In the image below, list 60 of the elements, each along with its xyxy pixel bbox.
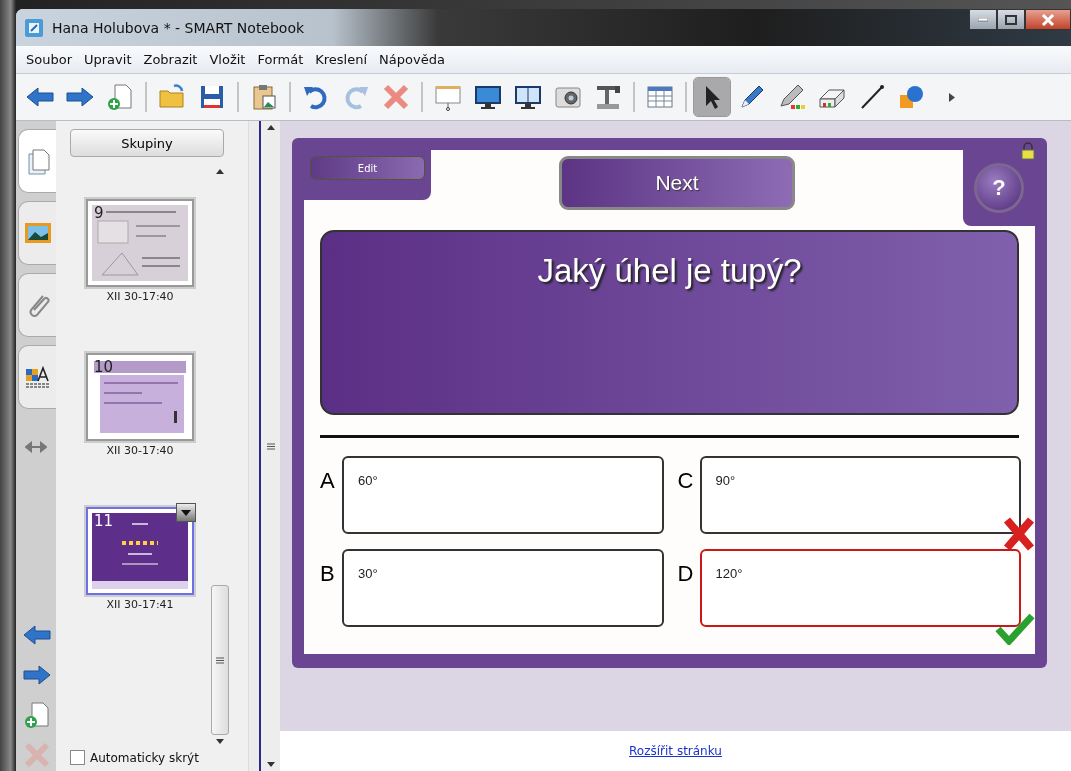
close-icon	[1041, 13, 1055, 26]
more-arrow-icon	[949, 92, 955, 102]
window-title: Hana Holubova * - SMART Notebook	[52, 19, 306, 36]
page-time: XII 30-17:40	[106, 444, 174, 457]
edit-button[interactable]: Edit	[310, 156, 425, 180]
menu-item[interactable]: Kreslení	[309, 52, 374, 67]
page-number: 10	[94, 358, 114, 376]
delete-icon	[381, 82, 411, 112]
minimize-icon	[978, 17, 988, 22]
scroll-up-icon	[216, 169, 224, 174]
close-button[interactable]	[1025, 9, 1071, 30]
lock-icon	[1021, 142, 1035, 160]
page-thumbnail[interactable]: 9	[86, 199, 194, 287]
page-time: XII 30-17:41	[106, 598, 174, 611]
caret-icon	[181, 509, 191, 516]
highlighter-icon	[777, 82, 807, 112]
delete-icon	[22, 740, 52, 770]
question-text: Jaký úhel je tupý?	[537, 252, 802, 291]
menu-item[interactable]: Soubor	[20, 52, 78, 67]
answer-letter: D	[677, 560, 695, 587]
answer-letter: A	[320, 467, 336, 494]
scroll-down-icon	[266, 762, 275, 767]
page-thumbnail[interactable]: 10	[86, 353, 194, 441]
app-icon	[24, 17, 44, 38]
answer-letter: C	[677, 467, 695, 494]
menu-item[interactable]: Formát	[251, 52, 310, 67]
answer-option[interactable]: 30°	[342, 549, 664, 627]
answer-letter: B	[320, 560, 336, 587]
side-tab[interactable]	[18, 345, 56, 409]
grip-icon	[266, 442, 275, 450]
scroll-down-icon	[216, 739, 224, 744]
menu-item[interactable]: Zobrazit	[137, 52, 204, 67]
checkbox-label: Automaticky skrýt	[90, 750, 199, 765]
answer-option[interactable]: 90°	[699, 456, 1021, 534]
page-menu-button[interactable]	[176, 503, 196, 522]
menu-item[interactable]: Upravit	[78, 52, 138, 67]
resize-arrows-icon	[25, 441, 47, 453]
add-page-icon	[22, 700, 52, 730]
answer-option[interactable]: 60°	[342, 456, 664, 534]
answer-option[interactable]: 120°	[699, 549, 1021, 627]
scrollbar-thumb[interactable]	[211, 585, 229, 735]
help-button[interactable]: ?	[974, 163, 1024, 213]
page-number: 11	[94, 512, 114, 530]
maximize-button[interactable]	[997, 9, 1025, 30]
page-number: 9	[94, 204, 104, 222]
groups-button[interactable]: Skupiny	[70, 129, 224, 157]
menu-item[interactable]: Nápověda	[373, 52, 451, 67]
page-time: XII 30-17:40	[106, 290, 174, 303]
add-page-icon	[105, 82, 135, 112]
scroll-up-icon	[266, 125, 275, 130]
minimize-button[interactable]	[969, 9, 997, 30]
grip-icon	[216, 656, 224, 664]
checkbox[interactable]	[70, 750, 85, 765]
maximize-icon	[1005, 14, 1017, 25]
side-tab[interactable]	[18, 201, 56, 265]
check-icon	[995, 613, 1035, 645]
expand-page-link[interactable]: Rozšířit stránku	[629, 744, 722, 758]
toolbar-button[interactable]	[694, 78, 730, 116]
next-button[interactable]: Next	[559, 156, 795, 210]
menu-item[interactable]: Vložit	[203, 52, 252, 67]
